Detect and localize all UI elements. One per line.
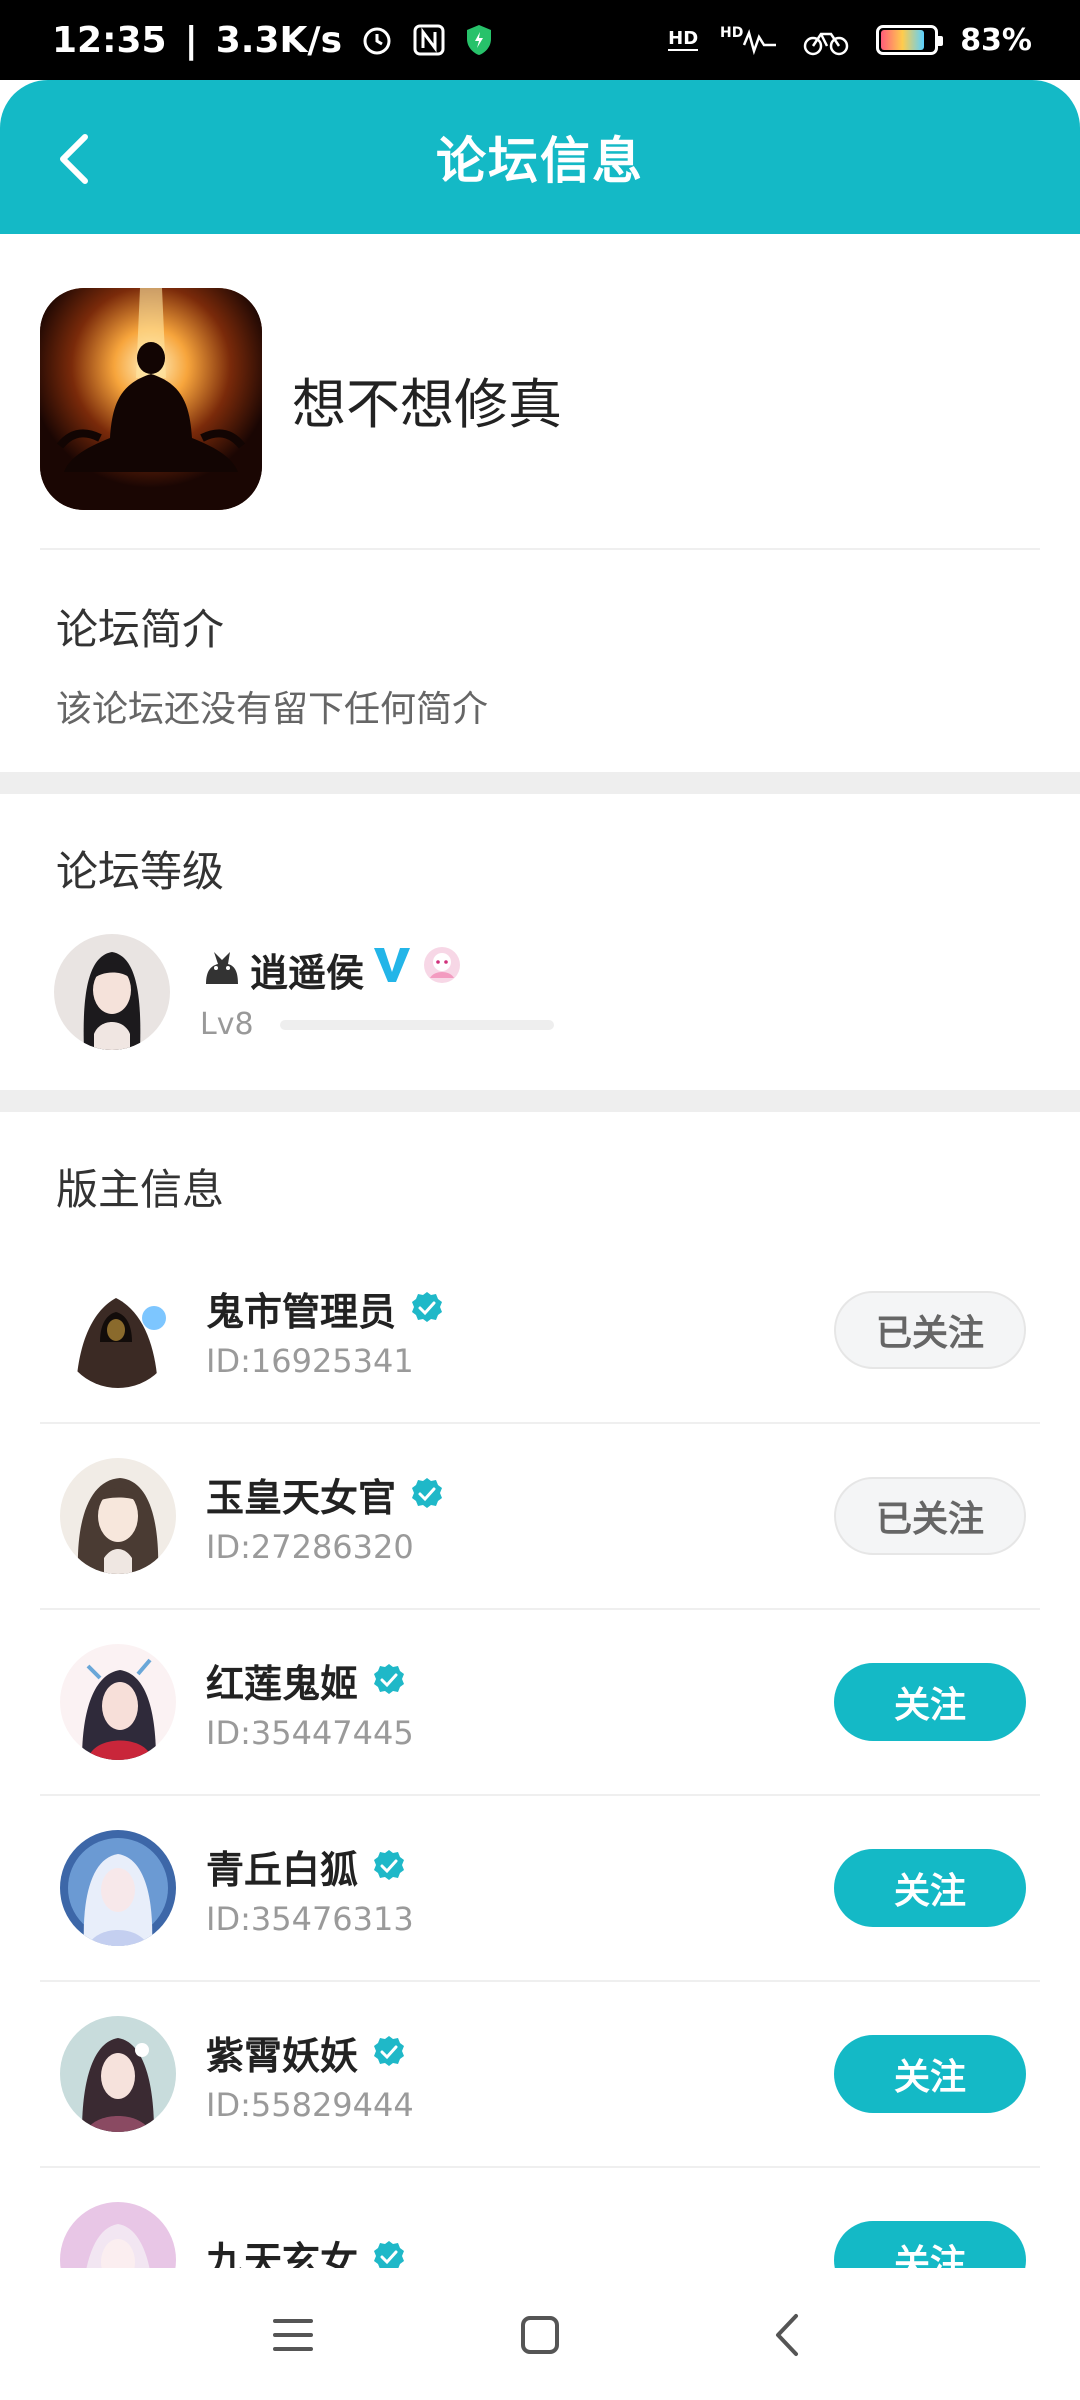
level-name-line: 逍遥侯	[200, 942, 554, 997]
intro-text: 该论坛还没有留下任何简介	[56, 689, 489, 730]
verified-icon	[374, 1850, 405, 1880]
forum-logo	[40, 288, 262, 510]
chevron-left-icon	[60, 134, 88, 184]
battery-icon	[876, 25, 944, 55]
cat-icon	[200, 944, 242, 995]
cycling-icon	[802, 24, 854, 56]
shield-icon	[464, 23, 494, 57]
avatar	[60, 1644, 176, 1760]
status-left: 12:35 | 3.3K/s	[52, 20, 494, 61]
moderator-name-line: 青丘白狐	[206, 1839, 414, 1894]
intro-title: 论坛简介	[56, 605, 225, 654]
badge-icon	[420, 944, 464, 995]
avatar	[60, 2016, 176, 2132]
back-nav-button[interactable]	[747, 2295, 827, 2375]
level-sub: Lv8	[200, 1007, 554, 1042]
back-button[interactable]	[40, 124, 110, 194]
moderator-text: 青丘白狐 ID:35476313	[206, 1839, 414, 1938]
app-header: 论坛信息	[0, 80, 1080, 234]
moderator-list: 鬼市管理员 ID:16925341 已关注 玉皇天女官 ID:27286320 …	[40, 1238, 1040, 2354]
moderator-text: 玉皇天女官 ID:27286320	[206, 1467, 444, 1566]
avatar	[54, 934, 170, 1050]
moderators-title: 版主信息	[56, 1165, 225, 1214]
moderator-id: ID:35447445	[206, 1713, 414, 1752]
section-separator	[0, 772, 1080, 794]
chevron-left-icon	[775, 2314, 798, 2356]
hd-wave-icon: HD	[720, 25, 780, 55]
moderator-text: 红莲鬼姬 ID:35447445	[206, 1653, 414, 1752]
section-separator	[0, 1090, 1080, 1112]
moderator-name-line: 玉皇天女官	[206, 1467, 444, 1522]
nfc-icon	[412, 23, 446, 57]
moderator-name: 紫霄妖妖	[206, 2033, 359, 2078]
moderator-name: 玉皇天女官	[206, 1475, 397, 1520]
forum-head: 想不想修真	[40, 288, 562, 510]
forum-info-page: 12:35 | 3.3K/s HD HD 83% 论坛信息 想不想修真 论坛简介…	[0, 0, 1080, 2400]
list-item[interactable]: 紫霄妖妖 ID:55829444 关注	[40, 1982, 1040, 2168]
list-item[interactable]: 红莲鬼姬 ID:35447445 关注	[40, 1610, 1040, 1796]
level-title: 论坛等级	[56, 847, 225, 896]
level-label: Lv8	[200, 1007, 254, 1042]
verified-icon	[412, 1478, 443, 1508]
level-user-name: 逍遥侯	[250, 951, 365, 995]
moderator-name: 鬼市管理员	[206, 1289, 397, 1334]
moderator-name-line: 鬼市管理员	[206, 1281, 444, 1336]
home-square-icon	[520, 2316, 559, 2354]
status-separator: |	[184, 19, 198, 61]
moderator-text: 紫霄妖妖 ID:55829444	[206, 2025, 414, 2124]
moderator-text: 鬼市管理员 ID:16925341	[206, 1281, 444, 1380]
forum-name: 想不想修真	[292, 372, 562, 436]
alarm-icon	[360, 23, 394, 57]
status-time: 12:35	[52, 19, 167, 61]
hd-signal-icon: HD	[668, 28, 699, 51]
home-button[interactable]	[500, 2295, 580, 2375]
verified-icon	[412, 1292, 443, 1322]
vip-v-icon	[372, 944, 412, 995]
moderator-name: 青丘白狐	[206, 1847, 359, 1892]
avatar	[60, 1458, 176, 1574]
battery-percent: 83%	[960, 22, 1032, 58]
status-bar: 12:35 | 3.3K/s HD HD 83%	[0, 0, 1080, 80]
follow-button[interactable]: 关注	[834, 1663, 1026, 1741]
status-right: HD HD 83%	[668, 23, 1032, 58]
moderator-id: ID:16925341	[206, 1341, 414, 1380]
list-item[interactable]: 玉皇天女官 ID:27286320 已关注	[40, 1424, 1040, 1610]
follow-button[interactable]: 关注	[834, 1849, 1026, 1927]
menu-icon	[273, 2319, 314, 2351]
svg-text:HD: HD	[720, 25, 743, 41]
avatar	[60, 1830, 176, 1946]
menu-button[interactable]	[253, 2295, 333, 2375]
divider	[40, 548, 1040, 550]
avatar	[60, 1272, 176, 1388]
system-nav-bar	[0, 2270, 1080, 2400]
moderator-name: 红莲鬼姬	[206, 1661, 359, 1706]
moderator-id: ID:35476313	[206, 1899, 414, 1938]
moderator-name-line: 紫霄妖妖	[206, 2025, 414, 2080]
list-item[interactable]: 鬼市管理员 ID:16925341 已关注	[40, 1238, 1040, 1424]
follow-button[interactable]: 关注	[834, 2035, 1026, 2113]
moderator-id: ID:55829444	[206, 2085, 414, 2124]
follow-button[interactable]: 已关注	[834, 1477, 1026, 1555]
list-item[interactable]: 青丘白狐 ID:35476313 关注	[40, 1796, 1040, 1982]
moderator-name-line: 红莲鬼姬	[206, 1653, 414, 1708]
page-title: 论坛信息	[436, 132, 644, 190]
level-user[interactable]: 逍遥侯 Lv8	[54, 934, 554, 1050]
status-speed: 3.3K/s	[215, 19, 342, 61]
verified-icon	[374, 2036, 405, 2066]
nav-top-edge	[0, 2268, 1080, 2270]
level-progress-bar	[279, 1019, 554, 1030]
level-info: 逍遥侯 Lv8	[200, 942, 554, 1042]
follow-button[interactable]: 已关注	[834, 1291, 1026, 1369]
moderator-id: ID:27286320	[206, 1527, 414, 1566]
verified-icon	[374, 1664, 405, 1694]
